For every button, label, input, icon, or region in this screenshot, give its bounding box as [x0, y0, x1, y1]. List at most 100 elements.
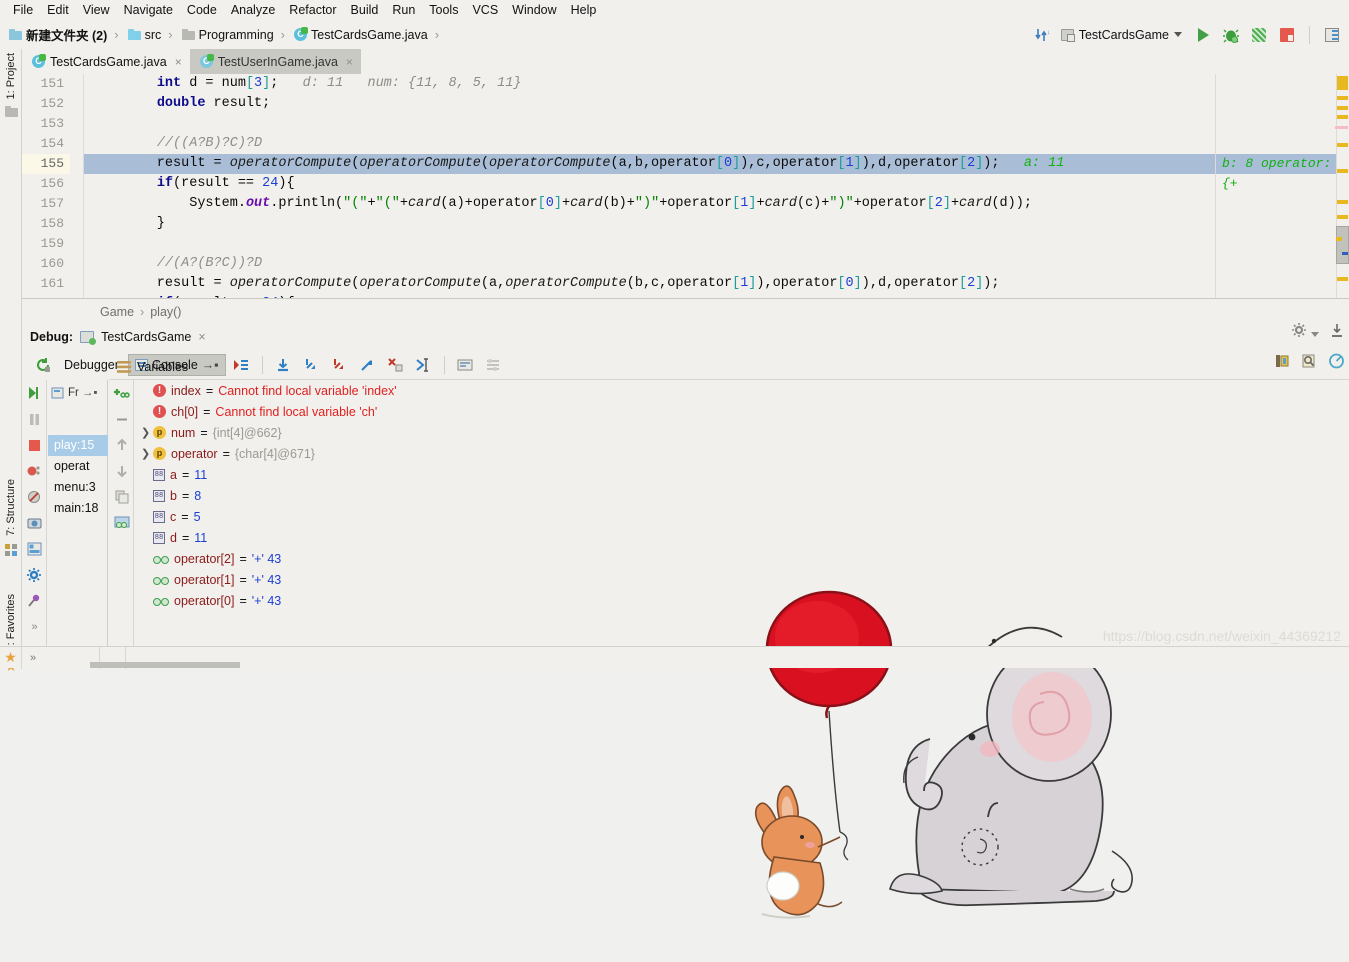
- inspect-icon[interactable]: [109, 510, 134, 536]
- code-line[interactable]: //((A?B)?C)?D: [84, 134, 1349, 154]
- line-number[interactable]: 159: [22, 234, 70, 254]
- code-line[interactable]: result = operatorCompute(operatorCompute…: [84, 154, 1349, 174]
- code-line[interactable]: result = operatorCompute(operatorCompute…: [84, 274, 1349, 294]
- settings-gear-icon[interactable]: [22, 562, 47, 588]
- breadcrumb-item-src[interactable]: src ›: [125, 27, 179, 42]
- run-button[interactable]: [1192, 24, 1214, 46]
- variable-row[interactable]: ❯ p num = {int[4]@662}: [135, 422, 1349, 443]
- breadcrumb-item-project[interactable]: 新建文件夹 (2) ›: [6, 25, 125, 44]
- variable-row[interactable]: ! index = Cannot find local variable 'ind…: [135, 380, 1349, 401]
- marker[interactable]: [1337, 106, 1348, 110]
- expand-chevron-icon[interactable]: ❯: [141, 447, 151, 460]
- line-number[interactable]: 152: [22, 94, 70, 114]
- up-icon[interactable]: [109, 432, 134, 458]
- close-icon[interactable]: ×: [198, 330, 205, 344]
- run-with-coverage-button[interactable]: [1248, 24, 1270, 46]
- marker[interactable]: [1337, 215, 1348, 219]
- code-line[interactable]: [84, 114, 1349, 134]
- menu-item-refactor[interactable]: Refactor: [282, 1, 343, 19]
- frame-item[interactable]: menu:3: [48, 477, 108, 498]
- down-icon[interactable]: [109, 458, 134, 484]
- run-configuration-selector[interactable]: TestCardsGame: [1057, 26, 1186, 44]
- stop-icon[interactable]: [22, 432, 47, 458]
- variable-row[interactable]: 88 a = 11: [135, 464, 1349, 485]
- sidebar-item-project[interactable]: 1: Project: [0, 53, 22, 118]
- menu-item-help[interactable]: Help: [564, 1, 604, 19]
- resume-icon[interactable]: [22, 380, 47, 406]
- debug-button[interactable]: [1220, 24, 1242, 46]
- line-number[interactable]: 155: [22, 154, 70, 174]
- marker[interactable]: [1337, 143, 1348, 147]
- code-line[interactable]: int d = num[3]; d: 11 num: {11, 8, 5, 11…: [84, 74, 1349, 94]
- line-number[interactable]: 161: [22, 274, 70, 294]
- marker[interactable]: [1336, 237, 1342, 241]
- breadcrumb-method[interactable]: play(): [150, 305, 181, 319]
- code-line[interactable]: if(result == 24){: [84, 174, 1349, 194]
- menu-item-vcs[interactable]: VCS: [465, 1, 505, 19]
- frame-item[interactable]: play:15: [48, 435, 108, 456]
- marker[interactable]: [1337, 96, 1348, 100]
- line-number[interactable]: 153: [22, 114, 70, 134]
- debug-session-name[interactable]: TestCardsGame: [101, 330, 191, 344]
- menu-item-window[interactable]: Window: [505, 1, 563, 19]
- menu-item-file[interactable]: File: [6, 1, 40, 19]
- variable-row[interactable]: ❯ p operator = {char[4]@671}: [135, 443, 1349, 464]
- line-number[interactable]: 151: [22, 74, 70, 94]
- rerun-icon[interactable]: [30, 352, 55, 378]
- view-breakpoints-icon[interactable]: [22, 458, 47, 484]
- menu-item-tools[interactable]: Tools: [422, 1, 465, 19]
- variable-row[interactable]: 88 b = 8: [135, 485, 1349, 506]
- status-overflow[interactable]: »: [22, 646, 100, 669]
- code-line[interactable]: double result;: [84, 94, 1349, 114]
- menu-item-view[interactable]: View: [76, 1, 117, 19]
- line-number[interactable]: 158: [22, 214, 70, 234]
- code-line[interactable]: }: [84, 214, 1349, 234]
- variable-row[interactable]: 88 c = 5: [135, 506, 1349, 527]
- mute-breakpoints-icon[interactable]: [22, 484, 47, 510]
- line-number-gutter[interactable]: 151152153154155156157158159160161162: [22, 74, 70, 298]
- marker-info[interactable]: [1342, 252, 1348, 255]
- pause-icon[interactable]: [22, 406, 47, 432]
- variable-row[interactable]: operator[2] = '+' 43: [135, 548, 1349, 569]
- frame-item[interactable]: main:18: [48, 498, 108, 519]
- variable-row[interactable]: operator[0] = '+' 43: [135, 590, 1349, 611]
- camera-icon[interactable]: [22, 510, 47, 536]
- frames-icon[interactable]: [22, 536, 47, 562]
- marker[interactable]: [1337, 200, 1348, 204]
- close-icon[interactable]: ×: [175, 55, 182, 69]
- variable-row[interactable]: ! ch[0] = Cannot find local variable 'ch': [135, 401, 1349, 422]
- marker[interactable]: [1337, 277, 1348, 281]
- line-number[interactable]: 154: [22, 134, 70, 154]
- favorites-star-button[interactable]: ★: [0, 646, 22, 669]
- copy-icon[interactable]: [109, 484, 134, 510]
- editor-marker-bar[interactable]: [1335, 74, 1349, 298]
- menu-item-build[interactable]: Build: [344, 1, 386, 19]
- menu-item-edit[interactable]: Edit: [40, 1, 76, 19]
- menu-item-analyze[interactable]: Analyze: [224, 1, 282, 19]
- new-watch-icon[interactable]: [109, 380, 134, 406]
- overflow-button[interactable]: »: [22, 614, 47, 640]
- variable-row[interactable]: operator[1] = '+' 43: [135, 569, 1349, 590]
- frames-list[interactable]: play:15 operat menu:3 main:18: [48, 435, 108, 519]
- breadcrumb-class[interactable]: Game: [100, 305, 134, 319]
- code-content[interactable]: int d = num[3]; d: 11 num: {11, 8, 5, 11…: [84, 74, 1349, 298]
- menu-item-run[interactable]: Run: [385, 1, 422, 19]
- line-number[interactable]: 160: [22, 254, 70, 274]
- close-icon[interactable]: ×: [346, 55, 353, 69]
- code-line[interactable]: //(A?(B?C))?D: [84, 254, 1349, 274]
- variables-list[interactable]: ! index = Cannot find local variable 'ind…: [135, 380, 1349, 647]
- marker[interactable]: [1337, 169, 1348, 173]
- editor-tab-testcardsgame[interactable]: C TestCardsGame.java ×: [22, 49, 190, 74]
- sidebar-item-structure[interactable]: 7: Structure: [0, 479, 22, 557]
- remove-watch-icon[interactable]: [109, 406, 134, 432]
- line-number[interactable]: 157: [22, 194, 70, 214]
- expand-chevron-icon[interactable]: ❯: [141, 426, 151, 439]
- code-line[interactable]: [84, 234, 1349, 254]
- editor-tab-testuseringame[interactable]: C TestUserInGame.java ×: [189, 49, 361, 74]
- code-line[interactable]: System.out.println("("+"("+card(a)+opera…: [84, 194, 1349, 214]
- breadcrumb-item-programming[interactable]: Programming ›: [179, 27, 291, 42]
- horizontal-scrollbar[interactable]: [90, 662, 240, 668]
- menu-item-navigate[interactable]: Navigate: [117, 1, 180, 19]
- vcs-update-icon[interactable]: ↓: [1035, 27, 1051, 43]
- marker[interactable]: [1337, 76, 1348, 90]
